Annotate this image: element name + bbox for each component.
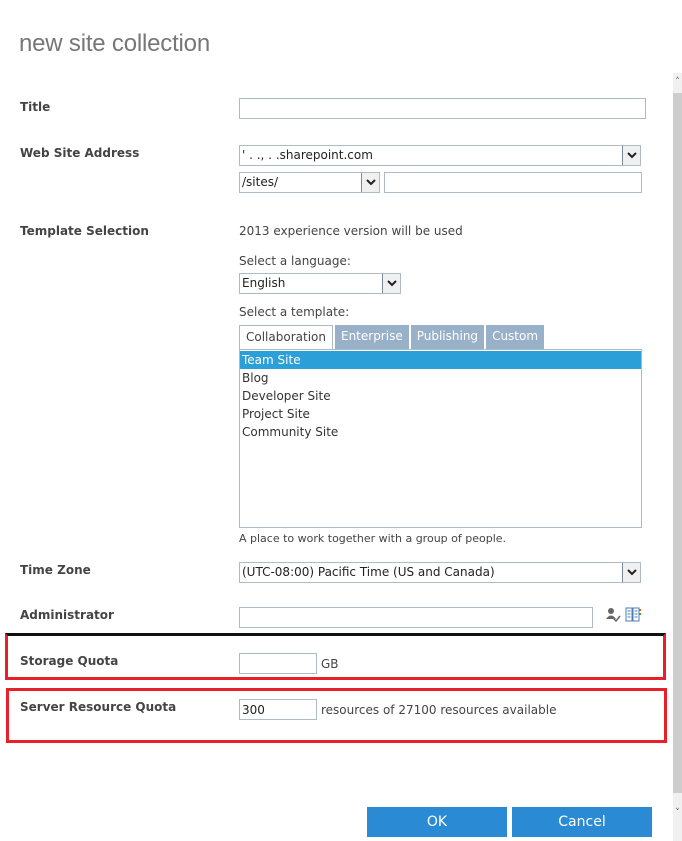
administrator-input[interactable] [239, 607, 593, 628]
tab-enterprise[interactable]: Enterprise [334, 325, 409, 349]
server-resource-quota-input[interactable] [239, 699, 317, 720]
template-item-team-site[interactable]: Team Site [240, 351, 641, 369]
path-value: /sites/ [242, 175, 279, 189]
chevron-down-icon[interactable] [361, 173, 379, 192]
check-names-icon[interactable] [605, 607, 621, 626]
storage-quota-input[interactable] [239, 653, 317, 674]
scroll-thumb[interactable] [673, 93, 682, 793]
ok-button[interactable]: OK [367, 807, 507, 837]
storage-quota-label: Storage Quota [20, 654, 119, 668]
title-input[interactable] [239, 98, 646, 119]
administrator-label: Administrator [20, 608, 114, 622]
browse-directory-icon[interactable] [625, 607, 641, 625]
cancel-button[interactable]: Cancel [512, 807, 652, 837]
vertical-scrollbar[interactable]: ˄ ˅ [673, 73, 682, 841]
tab-custom[interactable]: Custom [486, 325, 545, 349]
language-value: English [242, 276, 286, 290]
time-zone-label: Time Zone [20, 563, 91, 577]
template-description: A place to work together with a group of… [239, 532, 507, 545]
chevron-down-icon[interactable] [622, 563, 640, 582]
language-select[interactable]: English [239, 273, 401, 294]
path-select[interactable]: /sites/ [239, 172, 380, 193]
storage-quota-unit: GB [321, 657, 339, 671]
domain-select[interactable]: ' . ., . .sharepoint.com [239, 145, 641, 166]
server-resource-quota-suffix: resources of 27100 resources available [321, 703, 557, 717]
chevron-down-icon[interactable] [382, 274, 400, 293]
domain-value: ' . ., . .sharepoint.com [242, 148, 373, 162]
web-site-address-label: Web Site Address [20, 146, 140, 160]
time-zone-select[interactable]: (UTC-08:00) Pacific Time (US and Canada) [239, 562, 641, 583]
experience-note: 2013 experience version will be used [239, 224, 463, 238]
template-listbox[interactable]: Team Site Blog Developer Site Project Si… [239, 349, 642, 528]
language-label: Select a language: [239, 254, 351, 268]
time-zone-value: (UTC-08:00) Pacific Time (US and Canada) [242, 565, 495, 579]
title-label: Title [20, 100, 51, 114]
server-resource-quota-label: Server Resource Quota [20, 700, 177, 714]
template-item-community-site[interactable]: Community Site [240, 423, 641, 441]
template-tabs: Collaboration Enterprise Publishing Cust… [239, 325, 546, 349]
tab-collaboration[interactable]: Collaboration [239, 325, 333, 349]
scroll-down-icon[interactable]: ˅ [673, 808, 682, 818]
chevron-down-icon[interactable] [622, 146, 640, 165]
dialog-title: new site collection [19, 30, 210, 57]
template-item-blog[interactable]: Blog [240, 369, 641, 387]
template-label: Select a template: [239, 305, 350, 319]
template-item-developer-site[interactable]: Developer Site [240, 387, 641, 405]
scroll-up-icon[interactable]: ˄ [673, 77, 682, 87]
template-item-project-site[interactable]: Project Site [240, 405, 641, 423]
tab-publishing[interactable]: Publishing [410, 325, 485, 349]
url-input[interactable] [384, 172, 642, 193]
template-selection-label: Template Selection [20, 224, 149, 238]
